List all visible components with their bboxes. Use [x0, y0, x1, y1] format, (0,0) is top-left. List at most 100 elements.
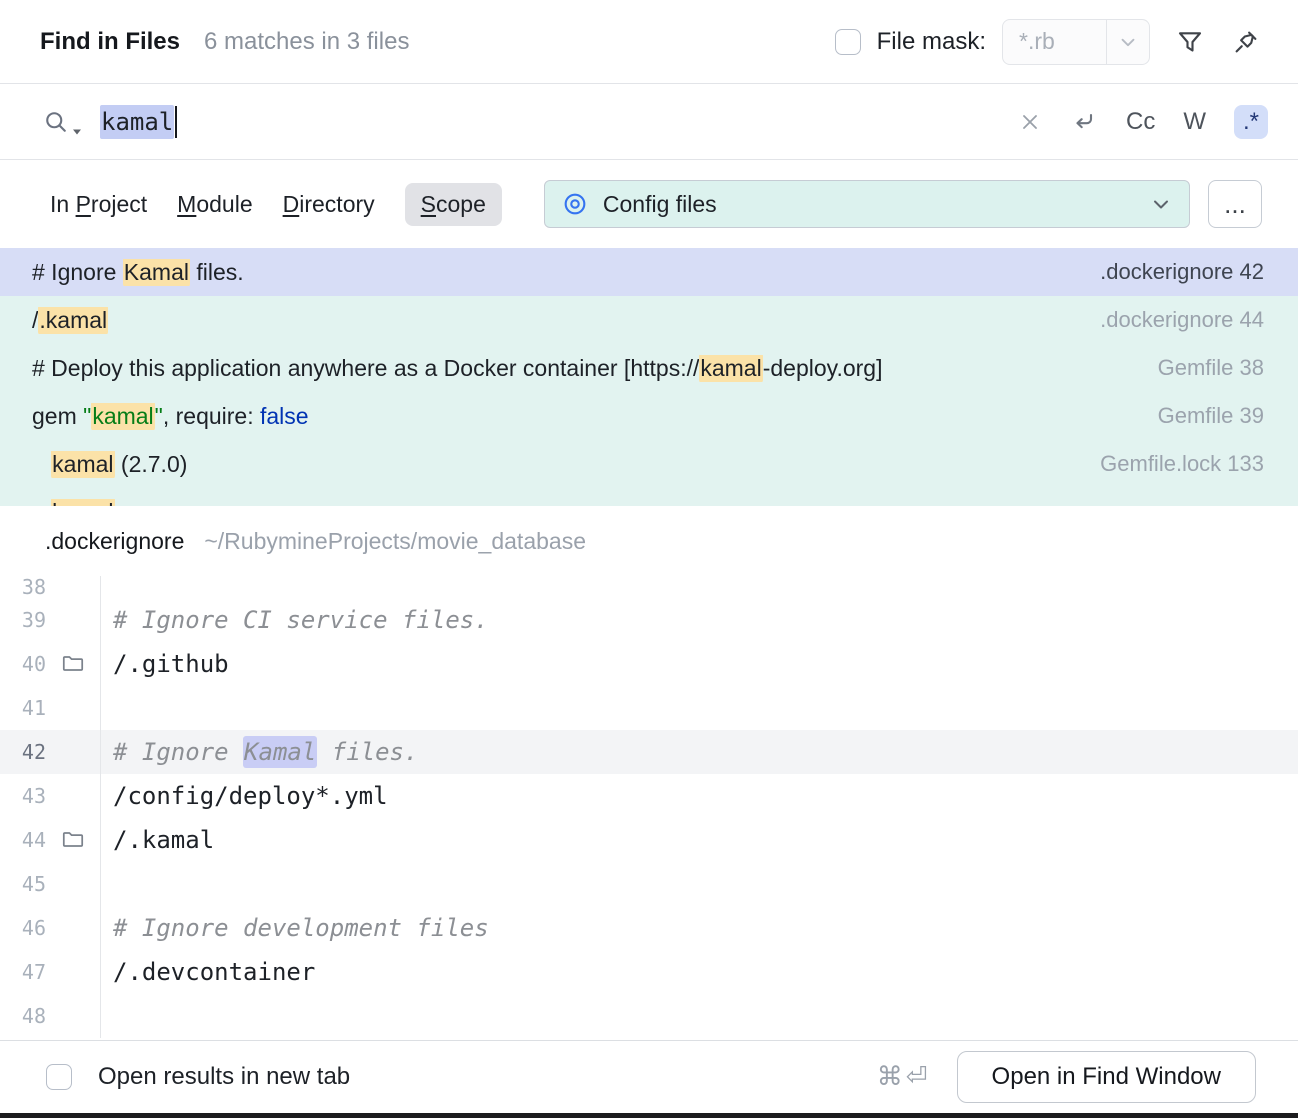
line-number: 40 — [0, 642, 46, 686]
dialog-title: Find in Files — [40, 28, 180, 56]
search-bar: kamal Cc W .* — [0, 84, 1298, 160]
shortcut-hint: ⌘⏎ — [877, 1062, 931, 1092]
result-text: kamal — [32, 499, 1244, 507]
folder-icon — [46, 818, 100, 862]
editor-line[interactable]: 46 # Ignore development files — [0, 906, 1298, 950]
more-options-button[interactable]: ... — [1208, 180, 1262, 228]
code-text: # Ignore Kamal files. — [100, 730, 1298, 774]
result-row[interactable]: gem "kamal", require: false Gemfile 39 — [0, 392, 1298, 440]
chevron-down-icon — [1107, 31, 1149, 53]
editor-line[interactable]: 41 — [0, 686, 1298, 730]
line-number: 42 — [0, 730, 46, 774]
dialog-header: Find in Files 6 matches in 3 files File … — [0, 0, 1298, 84]
code-text: # Ignore development files — [100, 906, 1298, 950]
whole-words-toggle[interactable]: W — [1183, 108, 1206, 136]
chevron-down-icon — [72, 128, 82, 136]
scope-tab-directory[interactable]: Directory — [283, 191, 375, 218]
editor-line[interactable]: 40 /.github — [0, 642, 1298, 686]
search-icon[interactable] — [42, 108, 82, 136]
open-results-checkbox[interactable] — [46, 1064, 72, 1090]
gutter-spacer — [46, 598, 100, 642]
find-in-files-dialog: Find in Files 6 matches in 3 files File … — [0, 0, 1298, 1118]
result-text: # Ignore Kamal files. — [32, 259, 1080, 286]
result-text: gem "kamal", require: false — [32, 403, 1138, 430]
result-location: .dockerignore 42 — [1100, 259, 1264, 285]
code-text: # Ignore CI service files. — [100, 598, 1298, 642]
editor-line[interactable]: 47/.devcontainer — [0, 950, 1298, 994]
file-mask-label: File mask: — [877, 28, 986, 56]
code-text — [100, 576, 1298, 598]
clear-search-icon[interactable] — [1018, 110, 1042, 134]
search-input[interactable]: kamal — [100, 105, 1018, 139]
code-text — [100, 862, 1298, 906]
preview-file-path: ~/RubymineProjects/movie_database — [204, 528, 586, 555]
result-location: Gemfile.lock 133 — [1100, 451, 1264, 477]
gutter-spacer — [46, 774, 100, 818]
editor-line[interactable]: 39 # Ignore CI service files. — [0, 598, 1298, 642]
code-text — [100, 686, 1298, 730]
search-results-list: # Ignore Kamal files. .dockerignore 42 /.k… — [0, 248, 1298, 506]
code-text — [100, 994, 1298, 1038]
result-text: /.kamal — [32, 307, 1080, 334]
scope-tab-module[interactable]: Module — [177, 191, 252, 218]
regex-toggle[interactable]: .* — [1234, 105, 1268, 139]
scope-value: Config files — [603, 191, 717, 218]
code-text: /.kamal — [100, 818, 1298, 862]
result-row[interactable]: # Ignore Kamal files. .dockerignore 42 — [0, 248, 1298, 296]
line-number: 44 — [0, 818, 46, 862]
result-row[interactable]: # Deploy this application anywhere as a … — [0, 344, 1298, 392]
filter-icon[interactable] — [1174, 26, 1206, 58]
match-case-toggle[interactable]: Cc — [1126, 108, 1155, 136]
open-results-label: Open results in new tab — [98, 1063, 350, 1091]
file-mask-value: *.rb — [1003, 28, 1106, 55]
result-row[interactable]: kamal (2.7.0) Gemfile.lock 133 — [0, 440, 1298, 488]
line-number: 45 — [0, 862, 46, 906]
editor-line[interactable]: 43/config/deploy*.yml — [0, 774, 1298, 818]
result-text: # Deploy this application anywhere as a … — [32, 355, 1138, 382]
result-text: kamal (2.7.0) — [32, 451, 1080, 478]
scope-tab-in-project[interactable]: In Project — [50, 191, 147, 218]
dialog-footer: Open results in new tab ⌘⏎ Open in Find … — [0, 1040, 1298, 1113]
result-location: .dockerignore 44 — [1100, 307, 1264, 333]
line-number: 38 — [0, 576, 46, 598]
scope-tab-scope[interactable]: Scope — [405, 183, 502, 226]
code-text: /config/deploy*.yml — [100, 774, 1298, 818]
gutter-spacer — [46, 686, 100, 730]
search-options: Cc W .* — [1018, 105, 1268, 139]
scope-select[interactable]: Config files — [544, 180, 1190, 228]
result-location: Gemfile 38 — [1158, 355, 1264, 381]
search-query-text: kamal — [100, 105, 174, 139]
file-mask-checkbox[interactable] — [835, 29, 861, 55]
gutter-spacer — [46, 862, 100, 906]
result-row[interactable]: /.kamal .dockerignore 44 — [0, 296, 1298, 344]
gutter-spacer — [46, 906, 100, 950]
file-mask-select[interactable]: *.rb — [1002, 19, 1150, 65]
editor-line[interactable]: 42 # Ignore Kamal files. — [0, 730, 1298, 774]
chevron-down-icon — [1149, 192, 1173, 216]
line-number: 46 — [0, 906, 46, 950]
folder-icon — [46, 642, 100, 686]
line-number: 43 — [0, 774, 46, 818]
line-number: 39 — [0, 598, 46, 642]
preview-header: .dockerignore ~/RubymineProjects/movie_d… — [0, 506, 1298, 576]
result-location: Gemfile 39 — [1158, 403, 1264, 429]
scope-bar: In Project Module Directory Scope Config… — [0, 160, 1298, 248]
result-row[interactable]: kamal — [0, 488, 1298, 506]
pin-icon[interactable] — [1230, 26, 1262, 58]
code-text: /.devcontainer — [100, 950, 1298, 994]
editor-line[interactable]: 38 — [0, 576, 1298, 598]
scope-target-icon — [561, 190, 589, 218]
newline-icon[interactable] — [1070, 108, 1098, 136]
gutter-spacer — [46, 576, 100, 598]
line-number: 48 — [0, 994, 46, 1038]
editor-line[interactable]: 44 /.kamal — [0, 818, 1298, 862]
preview-editor: 3839 # Ignore CI service files. 40 /.github… — [0, 576, 1298, 1038]
header-controls: File mask: *.rb — [835, 19, 1262, 65]
results-summary: 6 matches in 3 files — [204, 28, 409, 56]
open-in-find-window-button[interactable]: Open in Find Window — [957, 1051, 1256, 1103]
editor-line[interactable]: 48 — [0, 994, 1298, 1038]
gutter-spacer — [46, 994, 100, 1038]
code-text: /.github — [100, 642, 1298, 686]
preview-file-name: .dockerignore — [45, 528, 184, 555]
editor-line[interactable]: 45 — [0, 862, 1298, 906]
